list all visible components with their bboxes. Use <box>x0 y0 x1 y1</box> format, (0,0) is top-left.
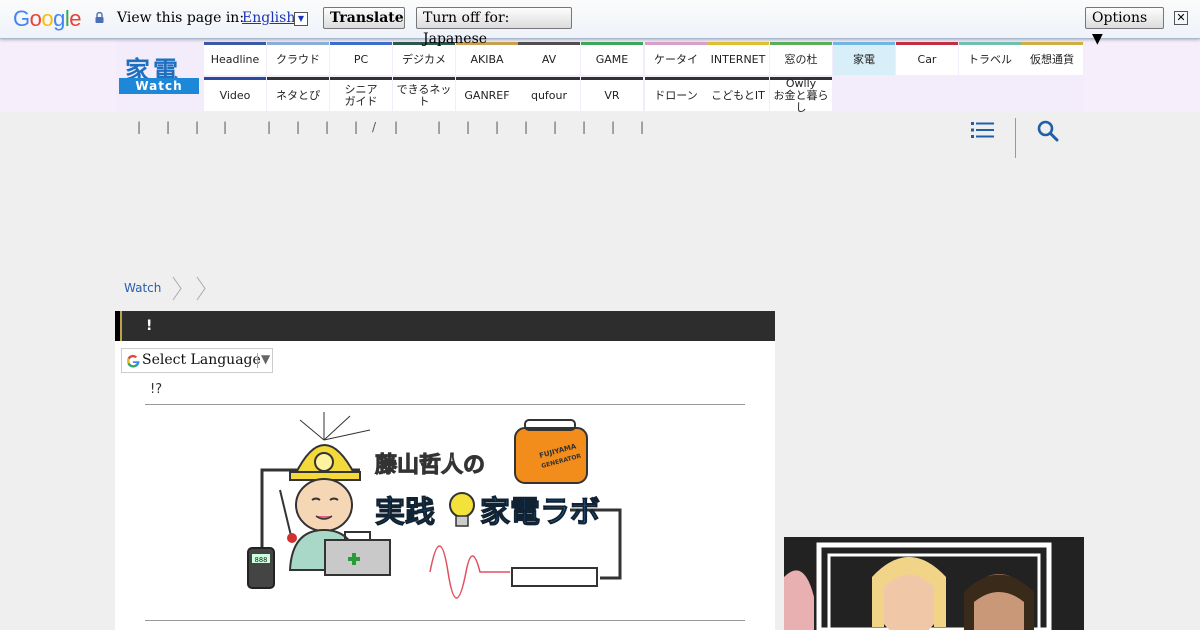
logo-watch: Watch <box>119 78 199 94</box>
article-lead: !? <box>150 382 163 397</box>
nav-item-bottom[interactable]: ネタとぴ <box>267 77 329 111</box>
google-logo: Google <box>13 6 82 31</box>
sub-link-separator: | <box>466 120 471 134</box>
nav-item-top[interactable]: GAME <box>581 42 643 75</box>
sub-link-separator: | <box>553 120 558 134</box>
nav-item-bottom[interactable]: できるネット <box>393 77 455 111</box>
breadcrumb-chevron-icon <box>172 276 182 301</box>
nav-item-bottom[interactable]: シニア ガイド <box>330 77 392 111</box>
ad-image <box>784 537 1084 630</box>
divider-line <box>145 404 745 405</box>
nav-item-top[interactable]: AV <box>518 42 580 75</box>
nav-item-bottom[interactable]: GANREF <box>456 77 518 111</box>
sub-link-separator: | <box>223 120 228 134</box>
sub-link-separator: / <box>372 120 377 134</box>
sub-link-separator: | <box>582 120 587 134</box>
header-divider <box>1015 118 1016 158</box>
meter-reading: 888 <box>255 556 268 564</box>
sub-link-separator: | <box>437 120 442 134</box>
nav-item-top[interactable]: クラウド <box>267 42 329 75</box>
article-header <box>115 311 775 341</box>
banner-series-right: 家電ラボ <box>480 495 600 530</box>
translate-button[interactable]: Translate <box>323 7 405 29</box>
nav-item-top[interactable]: PC <box>330 42 392 75</box>
select-arrow-icon: ▼ <box>261 352 271 366</box>
sub-link-separator: | <box>137 120 142 134</box>
sub-link-separator: | <box>195 120 200 134</box>
banner-author-text: 藤山哲人の <box>375 452 485 478</box>
nav-item-top[interactable]: Car <box>896 42 958 75</box>
nav-item-top[interactable]: 家電 <box>833 42 895 75</box>
lock-icon <box>95 12 104 23</box>
nav-item-top[interactable]: INTERNET <box>707 42 769 75</box>
close-icon[interactable]: ✕ <box>1174 11 1188 25</box>
target-language-link[interactable]: English <box>242 10 295 26</box>
translate-prompt: View this page in: <box>117 10 245 26</box>
options-button[interactable]: Options ▼ <box>1085 7 1164 47</box>
nav-item-bottom[interactable]: Video <box>204 77 266 111</box>
nav-item-top[interactable]: 仮想通貨 <box>1021 42 1083 75</box>
sub-link-separator: | <box>325 120 330 134</box>
nav-item-top[interactable]: 窓の杜 <box>770 42 832 75</box>
sub-link-separator: | <box>495 120 500 134</box>
nav-item-bottom[interactable]: Owlly お金と暮らし <box>770 77 832 113</box>
article-title: ! <box>146 318 153 334</box>
sub-link-separator: | <box>611 120 616 134</box>
nav-item-bottom[interactable]: VR <box>581 77 643 111</box>
sub-link-separator: | <box>354 120 359 134</box>
breadcrumb-home[interactable]: Watch <box>124 281 161 295</box>
google-g-icon <box>126 354 140 368</box>
sub-link-separator: | <box>166 120 171 134</box>
nav-item-top[interactable]: トラベル <box>959 42 1021 75</box>
breadcrumb-chevron-icon <box>196 276 206 301</box>
series-banner-image: 888 FUJIYAMA GENERATOR 藤山哲人の 実践 家電ラボ <box>247 412 622 599</box>
sub-link-separator: | <box>524 120 529 134</box>
banner-series-left: 実践 <box>375 495 435 530</box>
nav-item-top[interactable]: ケータイ <box>645 42 707 75</box>
nav-item-top[interactable]: Headline <box>204 42 266 75</box>
search-icon[interactable] <box>1037 120 1059 142</box>
sub-link-separator: | <box>267 120 272 134</box>
site-logo[interactable]: 家電 Watch <box>119 51 199 95</box>
sub-link-separator: | <box>296 120 301 134</box>
select-language-label: Select Language <box>142 352 261 368</box>
advertisement[interactable] <box>784 537 1084 630</box>
language-dropdown-icon[interactable]: ▼ <box>294 12 308 26</box>
sub-link-separator: | <box>394 120 399 134</box>
menu-icon[interactable] <box>971 120 994 140</box>
turn-off-button[interactable]: Turn off for: Japanese <box>416 7 572 47</box>
language-select[interactable]: Select Language ▼ <box>121 348 273 373</box>
divider-line <box>145 620 745 621</box>
nav-item-bottom[interactable]: こどもとIT <box>707 77 769 111</box>
translate-bar: Google View this page in: English ▼ Tran… <box>0 0 1200 47</box>
select-separator <box>257 353 258 368</box>
nav-item-bottom[interactable]: ドローン <box>645 77 707 111</box>
nav-item-bottom[interactable]: qufour <box>518 77 580 111</box>
sub-link-separator: | <box>640 120 645 134</box>
